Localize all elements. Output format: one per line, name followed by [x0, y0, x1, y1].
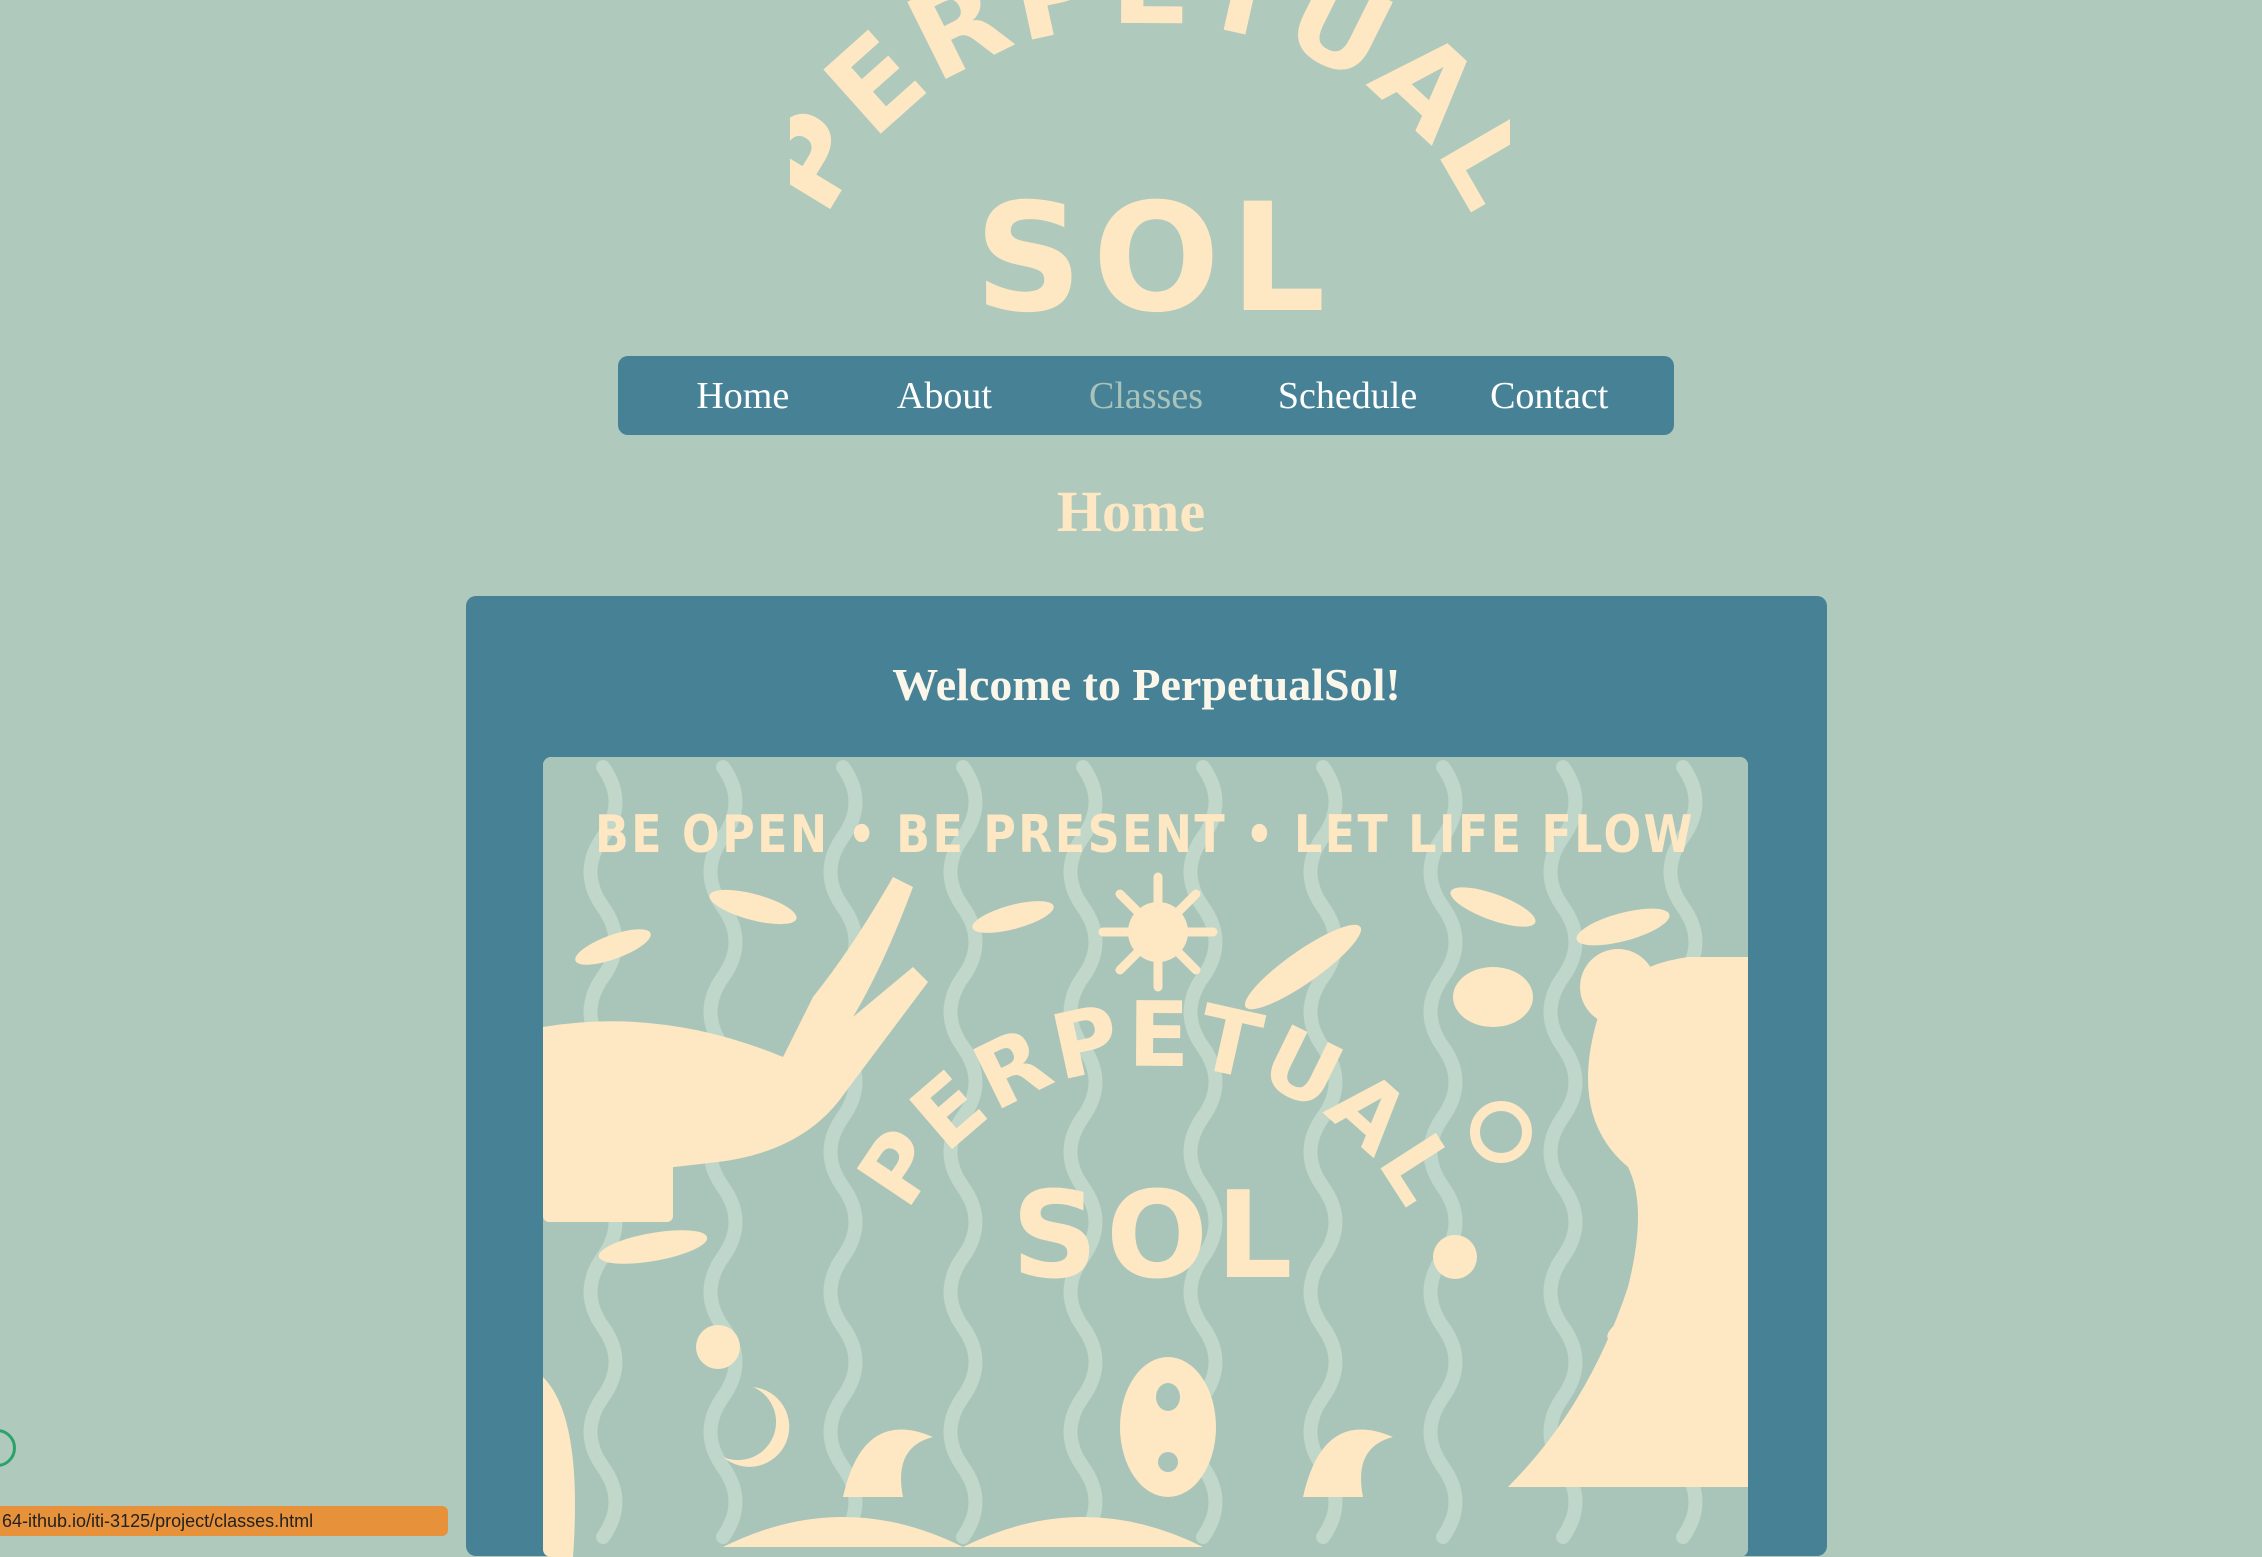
- nav-link-contact[interactable]: Contact: [1448, 374, 1650, 418]
- page-title: Home: [1056, 479, 1206, 544]
- loading-ring-icon: [0, 1429, 16, 1467]
- link-status-bar: 64-ithub.io/iti-3125/project/classes.htm…: [0, 1506, 448, 1536]
- content-card: Welcome to PerpetualSol! BE OPEN • BE PR…: [466, 596, 1827, 1557]
- nav-link-about[interactable]: About: [844, 374, 1046, 418]
- nav-link-classes[interactable]: Classes: [1045, 374, 1247, 418]
- site-logo: PERPETUAL SOL: [790, 0, 1510, 330]
- welcome-heading: Welcome to PerpetualSol!: [892, 659, 1401, 710]
- logo-word-sol: SOL: [974, 172, 1335, 330]
- hero-image: BE OPEN • BE PRESENT • LET LIFE FLOW PER…: [543, 757, 1748, 1557]
- nav-link-home[interactable]: Home: [642, 374, 844, 418]
- nav-link-schedule[interactable]: Schedule: [1247, 374, 1449, 418]
- hero-word-sol: SOL: [1012, 1167, 1301, 1306]
- main-nav: Home About Classes Schedule Contact: [618, 356, 1674, 435]
- hero-motto: BE OPEN • BE PRESENT • LET LIFE FLOW: [595, 805, 1695, 865]
